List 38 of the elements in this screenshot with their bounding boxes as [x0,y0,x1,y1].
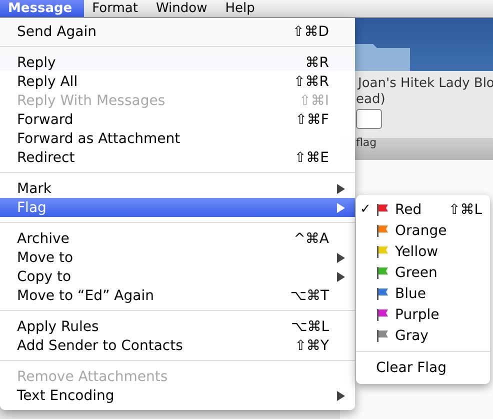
menu-item[interactable]: Reply All ⇧⌘R [0,72,355,91]
menu-item[interactable]: Yellow [356,241,490,262]
menu-item[interactable]: Purple [356,304,490,325]
menu-item[interactable]: Forward ⇧⌘F [0,110,355,129]
menu-item[interactable]: Archive ^⌘A [0,229,355,248]
menu-item[interactable]: Add Sender to Contacts ⇧⌘Y [0,336,355,355]
menu-title[interactable]: Message [0,0,84,17]
menu-item[interactable]: Reply ⌘R [0,53,355,72]
flag-icon [376,266,389,279]
menu-title[interactable]: Help [217,0,264,17]
menu-item[interactable]: Orange [356,220,490,241]
checkmark-icon: ✓ [360,202,371,217]
flag-icon [376,224,389,237]
menu-item[interactable]: Redirect ⇧⌘E [0,148,355,167]
menu-item[interactable]: Clear Flag [356,357,490,378]
menu-item[interactable]: Send Again ⇧⌘D [0,22,355,41]
menu-item[interactable]: Apply Rules ⌥⌘L [0,317,355,336]
flag-icon [376,287,389,300]
menu-item[interactable]: Flag [0,198,355,217]
menu-item[interactable]: Mark [0,179,355,198]
menu-title[interactable]: Window [148,0,216,17]
flag-icon [376,329,389,342]
message-count: ead) [356,92,386,107]
toolbar-label: flag [356,136,377,149]
menu-item[interactable]: Green [356,262,490,283]
submenu-arrow-icon [337,390,345,400]
menu-title[interactable]: Format [84,0,147,17]
flag-icon [376,308,389,321]
menu-item[interactable]: Blue [356,283,490,304]
menu-item[interactable]: Copy to [0,267,355,286]
flag-icon [376,203,389,216]
menu-item[interactable]: Move to “Ed” Again ⌥⌘T [0,286,355,305]
flag-icon [376,245,389,258]
menu-item[interactable]: Text Encoding [0,386,355,405]
menu-item[interactable]: Move to [0,248,355,267]
menu-item[interactable]: Gray [356,325,490,346]
menu-item[interactable]: ✓ Red ⇧⌘L [356,199,490,220]
menu-item[interactable]: Forward as Attachment [0,129,355,148]
